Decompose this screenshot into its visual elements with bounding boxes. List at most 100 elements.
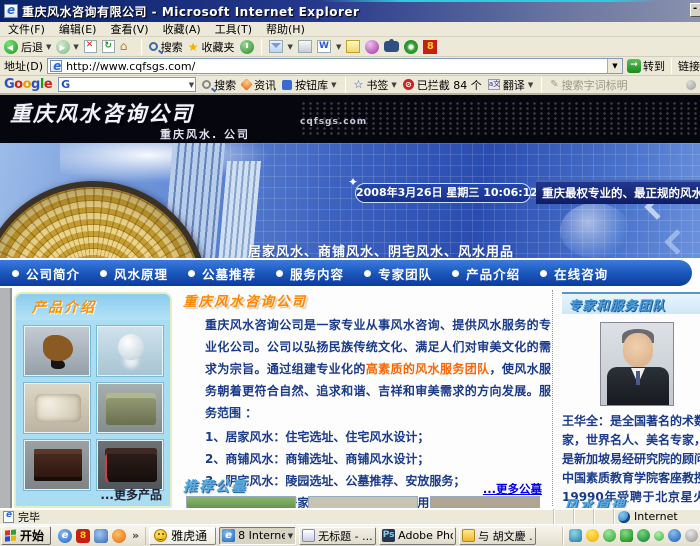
tray-umbrella-icon[interactable] [637, 529, 650, 542]
hero-banner: ✦ 2008年3月26日 星期三 10:06:12 重庆最权专业的、最正规的风水… [0, 143, 700, 258]
quicklaunch-app-icon[interactable] [94, 529, 108, 543]
popup-blocked-button[interactable]: ⊘ 已拦截 84 个 [403, 77, 482, 93]
nav-item-experts[interactable]: 专家团队 [364, 264, 432, 283]
favorites-button[interactable]: ★ 收藏夹 [188, 39, 235, 55]
googlebar-separator [541, 77, 542, 93]
menu-view[interactable]: 查看(V) [110, 21, 148, 37]
mail-dropdown-icon[interactable]: ▼ [288, 43, 293, 51]
more-products-link[interactable]: ...更多产品 [100, 486, 162, 503]
go-button[interactable]: → 转到 [627, 58, 665, 74]
address-dropdown-icon[interactable]: ▼ [607, 59, 622, 73]
product-thumb-crystal[interactable] [97, 326, 163, 376]
quicklaunch-browser-icon[interactable] [112, 529, 126, 543]
nav-item-principles[interactable]: 风水原理 [100, 264, 168, 283]
tray-network-icon[interactable] [668, 529, 681, 542]
taskbar-window-photoshop[interactable]: Ps Adobe Photo... [379, 527, 456, 545]
bookmarks-dropdown-icon[interactable]: ▼ [391, 81, 396, 89]
blocked-count-label: 已拦截 84 个 [417, 77, 482, 93]
search-button[interactable]: 搜索 [149, 39, 183, 55]
forward-dropdown-icon[interactable]: ▼ [73, 43, 78, 51]
more-cemeteries-link[interactable]: ...更多公墓 [483, 481, 542, 497]
google-box-dropdown-icon[interactable]: ▼ [189, 81, 194, 89]
taskbar-window-ie-group[interactable]: e 8 Internet ... ▼ [219, 527, 296, 545]
tray-status-icon[interactable] [654, 531, 664, 541]
button-gallery-dropdown-icon[interactable]: ▼ [331, 81, 336, 89]
bookmarks-button[interactable]: ☆ 书签 ▼ [354, 77, 397, 93]
plugin-red-icon[interactable]: 8 [423, 40, 437, 54]
start-button[interactable]: 开始 [1, 526, 51, 545]
tray-contact-icon[interactable] [603, 529, 616, 542]
quicklaunch-overflow-chevron[interactable]: » [130, 529, 141, 542]
back-dropdown-icon[interactable]: ▼ [46, 43, 51, 51]
taskbar-window-notepad[interactable]: 无标题 - ... [299, 527, 376, 545]
notes-icon[interactable] [346, 40, 360, 53]
cemetery-photo[interactable] [430, 496, 540, 508]
cemetery-photo[interactable] [186, 496, 296, 508]
google-news-button[interactable]: 资讯 [242, 77, 276, 93]
menu-tools[interactable]: 工具(T) [215, 21, 252, 37]
tray-clock-icon[interactable] [685, 529, 698, 542]
highlight-button[interactable]: ✎ 搜索字词标明 [550, 77, 627, 93]
nav-item-products[interactable]: 产品介绍 [452, 264, 520, 283]
taskbar-window-chat[interactable]: 与 胡文慶 ... [459, 527, 536, 545]
plugin-flower-icon[interactable] [404, 40, 418, 54]
home-icon[interactable]: ⌂ [120, 40, 134, 53]
window-titlebar[interactable]: 重庆风水咨询有限公司 - Microsoft Internet Explorer… [0, 0, 700, 22]
google-logo: Google [4, 77, 52, 92]
google-search-button[interactable]: 搜索 [202, 77, 236, 93]
nav-bullet-icon [364, 270, 371, 277]
product-thumb-dark-urn[interactable] [97, 440, 163, 490]
tray-antivirus-icon[interactable] [620, 529, 633, 542]
address-bar: 地址(D) ▼ → 转到 链接 [0, 57, 700, 76]
datetime-display: 2008年3月26日 星期三 10:06:12 [355, 183, 531, 203]
quicklaunch-download-icon[interactable]: 8 [76, 529, 90, 543]
print-icon[interactable] [298, 40, 312, 53]
address-input[interactable] [66, 60, 606, 73]
googlebar-settings-icon[interactable] [686, 80, 696, 90]
nav-item-consult[interactable]: 在线咨询 [540, 264, 608, 283]
product-thumb-jade-box[interactable] [24, 383, 90, 433]
internet-globe-icon [618, 511, 630, 523]
menu-edit[interactable]: 编辑(E) [59, 21, 97, 37]
tray-app-icon[interactable] [569, 529, 582, 542]
refresh-icon[interactable]: ↻ [102, 40, 115, 53]
cemetery-photo[interactable] [308, 496, 418, 508]
edit-dropdown-icon[interactable]: ▼ [336, 43, 341, 51]
menu-favorites[interactable]: 收藏(A) [163, 21, 201, 37]
quicklaunch-ie-icon[interactable]: e [58, 529, 72, 543]
expert-portrait[interactable] [600, 322, 674, 406]
messenger-icon[interactable] [365, 40, 379, 54]
research-binoculars-icon[interactable] [384, 41, 399, 52]
mail-icon[interactable] [269, 40, 283, 53]
nav-item-services[interactable]: 服务内容 [276, 264, 344, 283]
history-icon[interactable] [240, 40, 254, 54]
tagline-box: 重庆最权专业的、最正规的风水公司 [536, 180, 700, 204]
task-label: 无标题 - ... [318, 528, 372, 544]
edit-word-icon[interactable]: W [317, 40, 331, 53]
product-thumb-statue[interactable] [24, 326, 90, 376]
yahoo-messenger-band[interactable]: 雅虎通 [149, 527, 216, 545]
status-empty-cell [554, 509, 574, 524]
google-search-box[interactable]: G ▼ [58, 77, 196, 92]
forward-button[interactable]: ▶ ▼ [56, 40, 78, 54]
translate-dropdown-icon[interactable]: ▼ [528, 81, 533, 89]
experts-sidebar: 专家和服务团队 王华全：是全国著名的术数专家，世界名人、美名专家，也是新加坡易经… [558, 288, 700, 508]
address-input-wrap: ▼ [47, 58, 623, 74]
minimize-button[interactable]: - [690, 3, 700, 17]
nav-item-about[interactable]: 公司简介 [12, 264, 80, 283]
status-message-cell: 完毕 [0, 509, 554, 524]
photoshop-task-icon: Ps [382, 529, 395, 542]
translate-button[interactable]: a文 翻译 ▼ [488, 77, 533, 93]
product-thumb-wood-urn[interactable] [24, 440, 90, 490]
stop-icon[interactable] [84, 40, 97, 53]
nav-item-cemetery[interactable]: 公墓推荐 [188, 264, 256, 283]
address-label: 地址(D) [4, 58, 43, 74]
menu-file[interactable]: 文件(F) [8, 21, 45, 37]
back-icon: ◀ [4, 40, 18, 54]
links-label[interactable]: 链接 [678, 58, 700, 74]
button-gallery-button[interactable]: 按钮库 ▼ [282, 77, 336, 93]
back-button[interactable]: ◀ 后退 ▼ [4, 39, 51, 55]
product-thumb-bronze-casket[interactable] [97, 383, 163, 433]
menu-help[interactable]: 帮助(H) [266, 21, 305, 37]
tray-messenger-icon[interactable] [586, 529, 599, 542]
